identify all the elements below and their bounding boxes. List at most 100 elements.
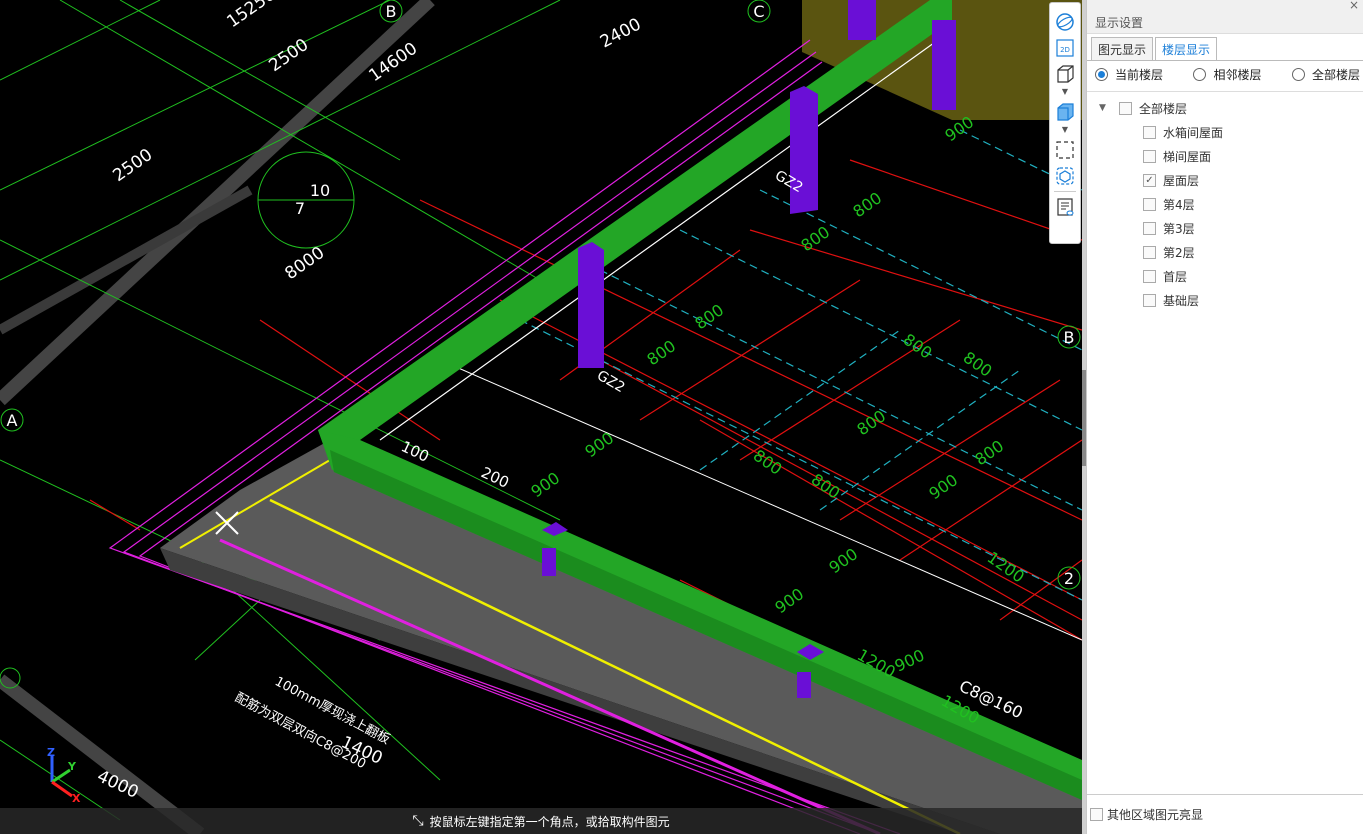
radio-label: 全部楼层 <box>1311 68 1360 82</box>
close-icon[interactable]: × <box>1349 0 1359 12</box>
floor-scope-radios: 当前楼层 相邻楼层 全部楼层 <box>1095 66 1360 83</box>
tree-item-label: 第4层 <box>1163 197 1195 212</box>
ucs-z-label: Z <box>47 746 55 759</box>
view-toolstrip: 2D ▼ ▼ <box>1049 2 1081 244</box>
checkbox[interactable] <box>1143 197 1156 211</box>
view-2d-icon[interactable]: 2D <box>1054 37 1076 59</box>
cad-drawing: B C A B 2 15250 2500 14600 2400 2500 800… <box>0 0 1082 834</box>
checkbox-checked[interactable]: ✓ <box>1143 173 1156 187</box>
radio-dot[interactable] <box>1193 68 1207 81</box>
radio-all-floors[interactable]: 全部楼层 <box>1291 66 1360 83</box>
dim-text: 2500 <box>109 145 156 186</box>
axis-label: B <box>386 2 397 21</box>
view-3d-solid-icon[interactable] <box>1054 101 1076 123</box>
axis-label: 2 <box>1064 569 1074 588</box>
checkbox[interactable] <box>1143 269 1156 283</box>
status-text: 按鼠标左键指定第一个角点，或拾取构件图元 <box>429 814 670 829</box>
tree-item-floor[interactable]: 第3层 <box>1099 216 1223 240</box>
cad-3d-viewport[interactable]: B C A B 2 15250 2500 14600 2400 2500 800… <box>0 0 1082 834</box>
tree-item-floor[interactable]: ✓ 屋面层 <box>1099 168 1223 192</box>
tree-item-label: 屋面层 <box>1163 173 1200 188</box>
tab-divider <box>1087 60 1363 61</box>
dim-text: 800 <box>900 330 936 363</box>
tab-element-display[interactable]: 图元显示 <box>1091 37 1154 61</box>
dim-text: 900 <box>925 470 961 503</box>
tree-item-label: 基础层 <box>1163 293 1200 308</box>
checkbox[interactable] <box>1090 808 1103 821</box>
display-settings-icon[interactable] <box>1054 196 1076 218</box>
dim-text: 800 <box>960 348 996 381</box>
floor-tree: ▼ 全部楼层 水箱间屋面 梯间屋面 ✓ 屋面层 第4层 第3层 第2层 首层 基础… <box>1099 96 1223 312</box>
tree-item-floor[interactable]: 水箱间屋面 <box>1099 120 1223 144</box>
radio-label: 当前楼层 <box>1115 68 1164 82</box>
dim-text: 900 <box>527 468 563 501</box>
chevron-down-icon[interactable]: ▼ <box>1062 126 1068 135</box>
checkbox[interactable] <box>1143 293 1156 307</box>
frame-beam <box>0 0 435 406</box>
beam-centerline <box>379 29 953 441</box>
tree-item-floor[interactable]: 梯间屋面 <box>1099 144 1223 168</box>
chevron-down-icon[interactable]: ▼ <box>1062 88 1068 97</box>
green-beam-top <box>318 0 952 470</box>
dimension-lines <box>0 0 561 821</box>
status-bar: ⤡ 按鼠标左键指定第一个角点，或拾取构件图元 <box>0 808 1082 834</box>
checkbox-label: 其他区域图元亮显 <box>1107 808 1204 822</box>
tree-item-floor[interactable]: 第4层 <box>1099 192 1223 216</box>
radio-dot[interactable] <box>1291 68 1305 81</box>
radio-adjacent-floors[interactable]: 相邻楼层 <box>1193 66 1262 83</box>
ucs-y-label: Y <box>67 760 77 773</box>
dim-text: 800 <box>691 300 727 333</box>
select-box-icon[interactable] <box>1054 139 1076 161</box>
floor-slab <box>160 440 1082 834</box>
tab-bar: 图元显示 楼层显示 <box>1091 37 1218 61</box>
axis-label: C <box>753 2 764 21</box>
expand-toggle-icon[interactable]: ▼ <box>1099 103 1113 113</box>
dim-text: 800 <box>797 222 833 255</box>
orbit-icon[interactable] <box>1054 11 1076 33</box>
dim-text: 900 <box>771 584 807 617</box>
dynamic-observe-icon[interactable] <box>1054 165 1076 187</box>
ucs-x-label: X <box>72 792 81 805</box>
display-settings-panel: 显示设置 × 图元显示 楼层显示 当前楼层 相邻楼层 全部楼层 ▼ 全部楼层 水… <box>1086 0 1363 834</box>
dim-text: 900 <box>581 428 617 461</box>
dim-text: 800 <box>849 188 885 221</box>
radio-divider <box>1087 91 1363 92</box>
checkbox[interactable] <box>1143 221 1156 235</box>
dim-text: 8000 <box>281 243 328 284</box>
radio-label: 相邻楼层 <box>1213 68 1262 82</box>
checkbox[interactable] <box>1143 125 1156 139</box>
axis-label: A <box>7 411 18 430</box>
tree-item-floor[interactable]: 首层 <box>1099 264 1223 288</box>
slab-note: 100mm厚现浇上翻板 <box>272 674 392 747</box>
panel-title: 显示设置 <box>1087 0 1363 34</box>
radio-current-floor[interactable]: 当前楼层 <box>1095 66 1163 83</box>
tree-item-label: 第3层 <box>1163 221 1195 236</box>
tree-item-label: 首层 <box>1163 269 1188 284</box>
checkbox[interactable] <box>1143 245 1156 259</box>
radio-dot[interactable] <box>1095 68 1108 81</box>
highlight-other-areas[interactable]: 其他区域图元亮显 <box>1087 794 1363 834</box>
dim-text: 1200 <box>984 548 1028 587</box>
dim-text: 2400 <box>597 14 645 52</box>
toolstrip-divider <box>1054 191 1076 192</box>
dim-text: 900 <box>892 645 928 675</box>
axis-label: B <box>1064 328 1075 347</box>
callout-text: 7 <box>295 199 305 218</box>
svg-text:2D: 2D <box>1060 46 1070 54</box>
checkbox[interactable] <box>1143 149 1156 163</box>
tree-item-label: 全部楼层 <box>1139 101 1188 116</box>
tab-floor-display[interactable]: 楼层显示 <box>1155 37 1218 61</box>
tree-item-all-floors[interactable]: ▼ 全部楼层 <box>1099 96 1223 120</box>
tree-item-label: 梯间屋面 <box>1163 149 1212 164</box>
callout-text: 10 <box>310 181 330 200</box>
view-3d-wire-icon[interactable] <box>1054 63 1076 85</box>
tree-item-floor[interactable]: 基础层 <box>1099 288 1223 312</box>
frame-beam <box>0 185 253 335</box>
dim-text: 800 <box>971 436 1007 469</box>
tree-item-floor[interactable]: 第2层 <box>1099 240 1223 264</box>
tree-item-label: 水箱间屋面 <box>1163 125 1224 140</box>
tree-item-label: 第2层 <box>1163 245 1195 260</box>
dim-text: 15250 <box>223 0 279 32</box>
dim-text: 800 <box>643 336 679 369</box>
checkbox[interactable] <box>1119 101 1132 115</box>
